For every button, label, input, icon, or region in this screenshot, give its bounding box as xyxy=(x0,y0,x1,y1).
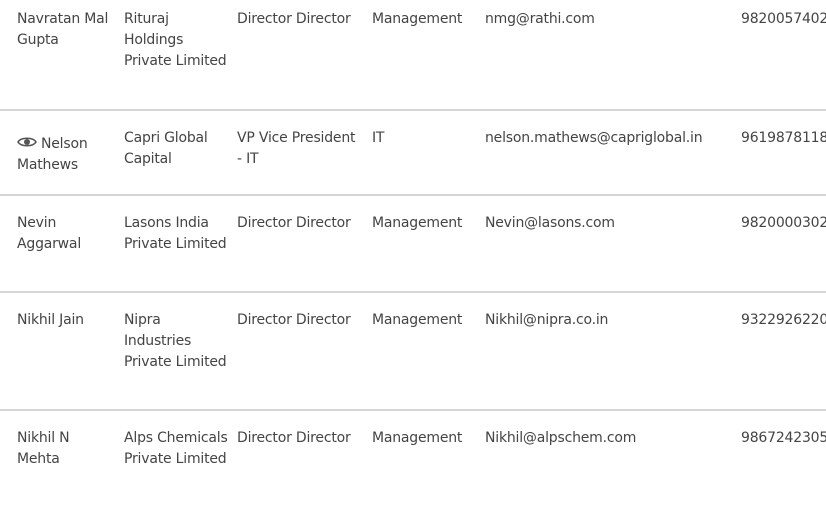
table-row[interactable]: Navratan Mal Gupta Rituraj Holdings Priv… xyxy=(0,0,826,111)
contact-designation: Director Director xyxy=(237,312,351,328)
contact-department: IT xyxy=(372,130,385,146)
contact-name: Nikhil Jain xyxy=(17,312,84,328)
contact-name: Nikhil N Mehta xyxy=(17,430,70,467)
contact-phone: 9867242305 xyxy=(741,430,826,446)
contact-department: Management xyxy=(372,430,463,446)
contact-designation: Director Director xyxy=(237,215,351,231)
contact-company: Capri Global Capital xyxy=(124,130,208,167)
contact-company: Nipra Industries Private Limited xyxy=(124,312,227,370)
contact-department: Management xyxy=(372,11,463,27)
table-row[interactable]: Nevin Aggarwal Lasons India Private Limi… xyxy=(0,196,826,293)
contact-designation: Director Director xyxy=(237,11,351,27)
table-row[interactable]: Nikhil Jain Nipra Industries Private Lim… xyxy=(0,293,826,411)
contact-phone: 9820057402 xyxy=(741,11,826,27)
contact-name-cell: Nelson Mathews xyxy=(17,134,112,176)
contact-company: Alps Chemicals Private Limited xyxy=(124,430,228,467)
contact-email[interactable]: Nikhil@nipra.co.in xyxy=(485,310,735,331)
contact-company: Rituraj Holdings Private Limited xyxy=(124,11,227,69)
contacts-table: Navratan Mal Gupta Rituraj Holdings Priv… xyxy=(0,0,826,514)
contact-phone: 9322926220 xyxy=(741,312,826,328)
contact-department: Management xyxy=(372,312,463,328)
eye-icon[interactable] xyxy=(17,135,37,149)
table-row[interactable]: Nelson Mathews Capri Global Capital VP V… xyxy=(0,111,826,196)
contact-name: Nevin Aggarwal xyxy=(17,215,82,252)
contact-name: Navratan Mal Gupta xyxy=(17,11,109,48)
contact-designation: VP Vice President - IT xyxy=(237,130,356,167)
table-row[interactable]: Nikhil N Mehta Alps Chemicals Private Li… xyxy=(0,411,826,514)
contact-company: Lasons India Private Limited xyxy=(124,215,227,252)
contact-email[interactable]: nelson.mathews@capriglobal.in xyxy=(485,128,735,149)
contact-phone: 9619878118 xyxy=(741,130,826,146)
contact-phone: 9820000302 xyxy=(741,215,826,231)
contact-email[interactable]: nmg@rathi.com xyxy=(485,9,735,30)
contact-department: Management xyxy=(372,215,463,231)
contact-designation: Director Director xyxy=(237,430,351,446)
contact-email[interactable]: Nevin@lasons.com xyxy=(485,213,735,234)
contact-email[interactable]: Nikhil@alpschem.com xyxy=(485,428,735,449)
